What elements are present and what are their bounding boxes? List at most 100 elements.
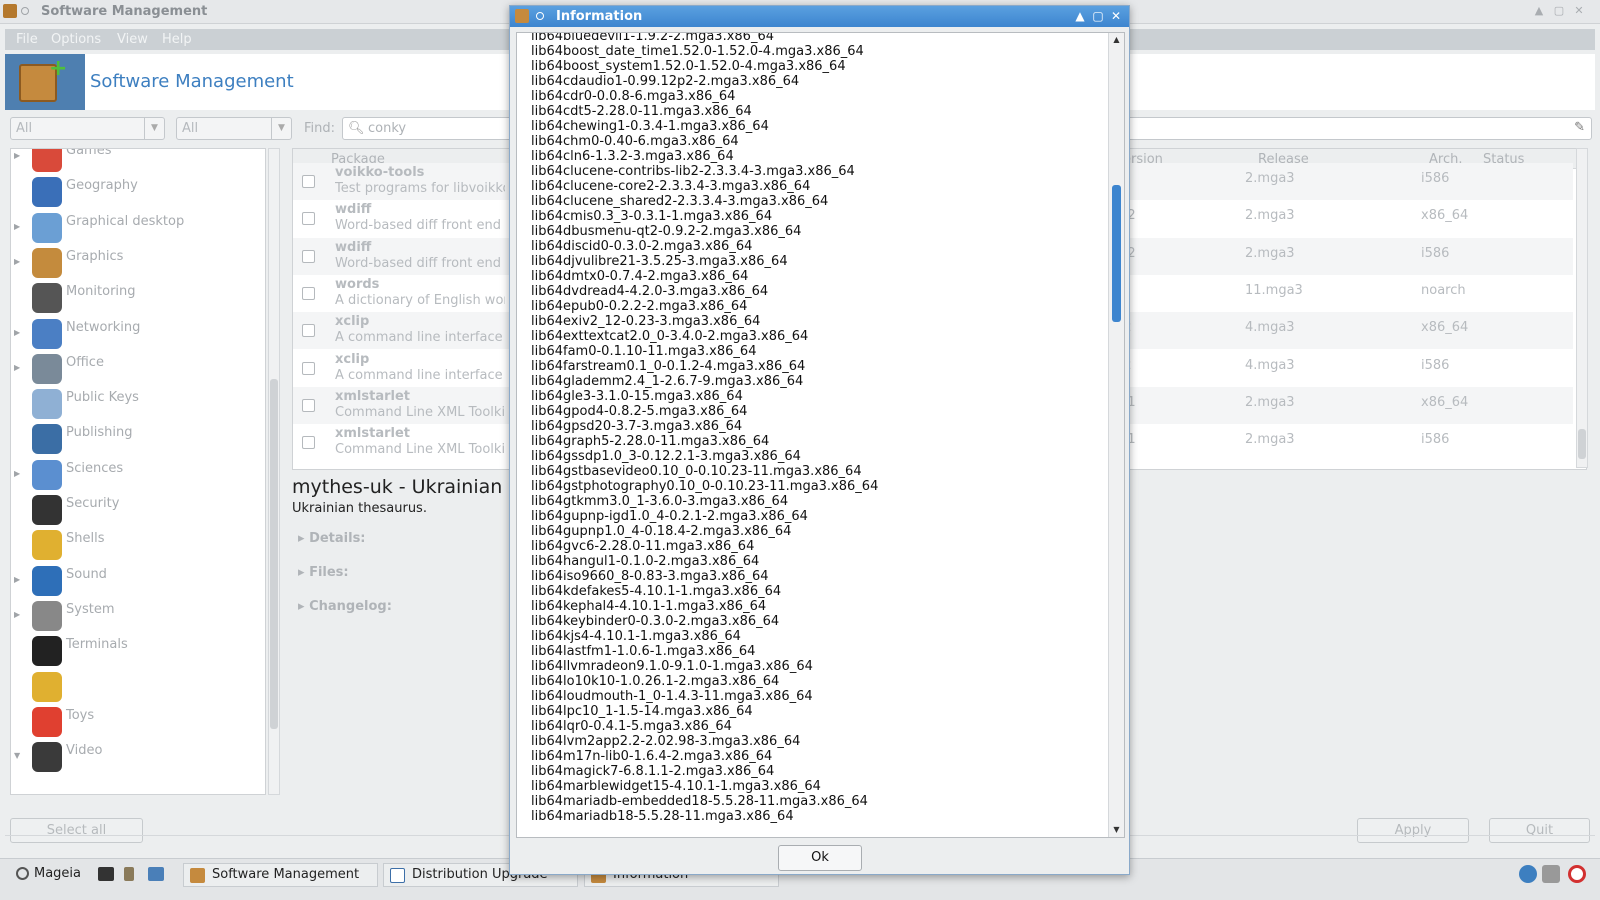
start-menu-button[interactable]: Mageia [10, 863, 87, 887]
menu-options[interactable]: Options [51, 32, 101, 47]
changelog-expander[interactable]: ▸ Changelog: [298, 599, 392, 614]
power-icon[interactable] [1568, 865, 1586, 883]
row-checkbox[interactable] [302, 324, 315, 338]
close-icon[interactable]: ✕ [1572, 4, 1586, 18]
category-item[interactable] [11, 669, 265, 705]
category-item[interactable]: Security [11, 492, 265, 528]
category-label: Security [66, 496, 120, 511]
select-all-button[interactable]: Select all [10, 818, 143, 843]
updates-icon[interactable] [1542, 865, 1560, 883]
category-item[interactable]: Public Keys [11, 386, 265, 422]
category-item[interactable]: ▶ Graphics [11, 245, 265, 281]
category-item[interactable]: ▶ Graphical desktop [11, 210, 265, 246]
dialog-scroll-thumb[interactable] [1112, 185, 1121, 322]
close-icon[interactable]: ✕ [1108, 8, 1124, 24]
filter-combo-1[interactable]: All ▼ [10, 117, 165, 140]
raise-icon[interactable]: ▲ [1532, 4, 1546, 18]
package-description: A command line interface to [335, 330, 505, 346]
window-menu-icon[interactable] [536, 12, 544, 20]
category-item[interactable]: ▼ Video [11, 739, 265, 775]
info-line: lib64clucene-contribs-lib2-2.3.3.4-3.mga… [531, 164, 855, 179]
raise-icon[interactable]: ▲ [1072, 8, 1088, 24]
category-item[interactable]: ▶ System [11, 598, 265, 634]
category-item[interactable]: Publishing [11, 421, 265, 457]
package-arch: i586 [1421, 245, 1450, 261]
package-list-scrollbar[interactable] [1576, 148, 1588, 468]
dialog-scrollbar[interactable]: ▲ ▼ [1108, 33, 1124, 837]
category-icon [32, 565, 62, 596]
category-item[interactable]: Toys [11, 704, 265, 740]
task-software-management[interactable]: Software Management [183, 863, 378, 887]
package-arch: i586 [1421, 357, 1450, 373]
package-name: voikko-tools [335, 165, 425, 180]
expand-icon[interactable]: ▶ [14, 151, 20, 160]
info-line: lib64gle3-3.1.0-15.mga3.x86_64 [531, 389, 743, 404]
info-line: lib64cdr0-0.0.8-6.mga3.x86_64 [531, 89, 736, 104]
expand-icon[interactable]: ▶ [14, 610, 20, 619]
row-checkbox[interactable] [302, 175, 315, 188]
info-line: lib64chm0-0.40-6.mga3.x86_64 [531, 134, 739, 149]
files-label: Files: [309, 565, 349, 580]
category-label: Shells [66, 531, 105, 547]
category-item[interactable]: Terminals [11, 633, 265, 669]
info-line: lib64gpod4-0.8.2-5.mga3.x86_64 [531, 404, 748, 419]
apply-button[interactable]: Apply [1357, 818, 1469, 843]
ok-button[interactable]: Ok [778, 845, 862, 871]
package-description: Command Line XML Toolkit [335, 442, 505, 458]
details-expander[interactable]: ▸ Details: [298, 531, 366, 546]
row-checkbox[interactable] [302, 398, 315, 412]
category-icon [32, 495, 62, 525]
scroll-down-icon[interactable]: ▼ [1109, 823, 1124, 837]
package-detail: mythes-uk - Ukrainian Ukrainian thesauru… [292, 476, 502, 786]
expand-icon[interactable]: ▶ [14, 257, 20, 266]
category-icon [32, 177, 62, 208]
category-item[interactable]: ▶ Games [11, 148, 265, 175]
row-checkbox[interactable] [302, 212, 315, 226]
info-line: lib64exttextcat2.0_0-3.4.0-2.mga3.x86_64 [531, 329, 809, 344]
package-arch: noarch [1421, 282, 1466, 298]
category-item[interactable]: Geography [11, 174, 265, 210]
info-line: lib64gpsd20-3.7-3.mga3.x86_64 [531, 419, 743, 434]
filter-combo-2[interactable]: All ▼ [176, 117, 292, 140]
expand-icon[interactable]: ▶ [14, 575, 20, 584]
info-line: lib64boost_date_time1.52.0-1.52.0-4.mga3… [531, 44, 864, 59]
files-launcher-icon[interactable] [124, 867, 134, 881]
clear-icon[interactable]: ✎ [1574, 120, 1585, 135]
category-item[interactable]: ▶ Office [11, 351, 265, 387]
info-line: lib64gtkmm3.0_1-3.6.0-3.mga3.x86_64 [531, 494, 789, 509]
category-tree-scrollbar[interactable] [268, 148, 280, 795]
menu-view[interactable]: View [117, 32, 148, 47]
row-checkbox[interactable] [302, 361, 315, 375]
row-checkbox[interactable] [302, 436, 315, 450]
row-checkbox[interactable] [302, 286, 315, 300]
category-label: Terminals [66, 637, 128, 653]
detail-summary: Ukrainian thesaurus. [292, 501, 427, 516]
category-label: Games [66, 148, 112, 158]
category-item[interactable]: ▶ Sound [11, 563, 265, 599]
collapse-icon[interactable]: ▼ [14, 751, 20, 760]
expand-icon[interactable]: ▶ [14, 363, 20, 372]
menu-file[interactable]: File [16, 32, 38, 47]
window-menu-icon[interactable] [21, 7, 29, 15]
category-icon [32, 636, 62, 667]
maximize-icon[interactable]: ▢ [1090, 8, 1106, 24]
category-item[interactable]: ▶ Networking [11, 316, 265, 352]
dialog-title: Information [556, 9, 643, 24]
terminal-launcher-icon[interactable] [98, 867, 114, 881]
maximize-icon[interactable]: ▢ [1552, 4, 1566, 18]
category-item[interactable]: Shells [11, 527, 265, 563]
menu-help[interactable]: Help [162, 32, 192, 47]
category-item[interactable]: Monitoring [11, 280, 265, 316]
expand-icon[interactable]: ▶ [14, 222, 20, 231]
category-item[interactable]: ▶ Sciences [11, 457, 265, 493]
info-line: lib64discid0-0.3.0-2.mga3.x86_64 [531, 239, 753, 254]
expand-icon[interactable]: ▶ [14, 469, 20, 478]
row-checkbox[interactable] [302, 249, 315, 263]
scroll-up-icon[interactable]: ▲ [1109, 33, 1124, 47]
information-text[interactable]: lib64bluedevil1-1.9.2-2.mga3.x86_64 lib64… [516, 32, 1125, 838]
network-icon[interactable] [1519, 865, 1537, 883]
expand-icon[interactable]: ▶ [14, 328, 20, 337]
files-expander[interactable]: ▸ Files: [298, 565, 349, 580]
quit-button[interactable]: Quit [1489, 818, 1590, 843]
tools-launcher-icon[interactable] [148, 867, 164, 881]
